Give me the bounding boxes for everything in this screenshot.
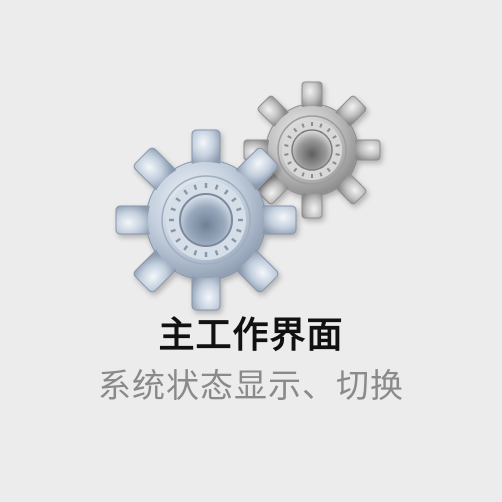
gears-icon	[115, 81, 381, 311]
tile-title: 主工作界面	[158, 315, 344, 356]
tile-subtitle: 系统状态显示、切换	[98, 366, 404, 405]
main-interface-tile[interactable]: 主工作界面 系统状态显示、切换	[0, 0, 502, 502]
small-gear	[243, 81, 381, 219]
large-gear	[115, 129, 297, 311]
